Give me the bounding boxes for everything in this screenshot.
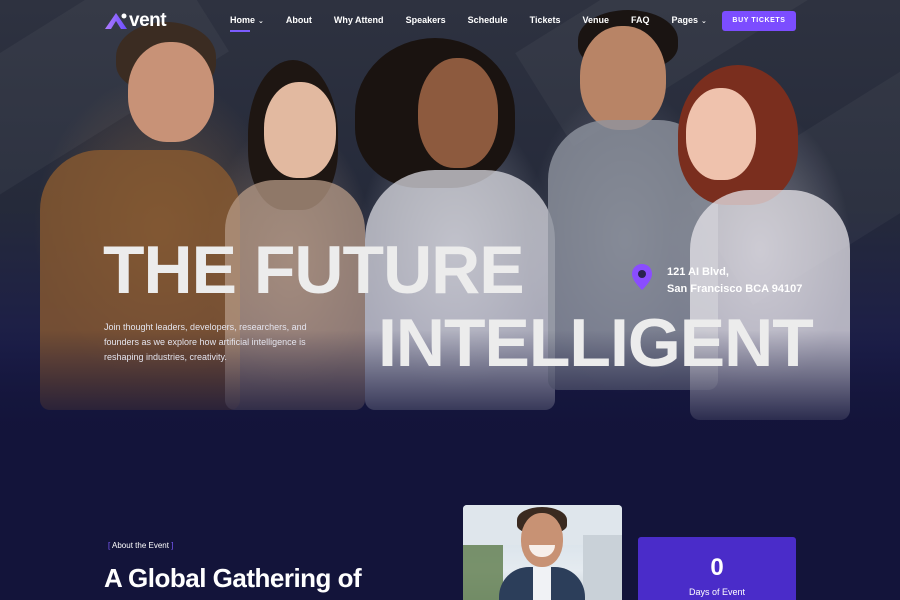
- nav-item-label: Schedule: [467, 15, 508, 25]
- section-tag: [ About the Event ]: [108, 541, 174, 550]
- nav-item-faq[interactable]: FAQ: [631, 15, 650, 25]
- nav-item-label: FAQ: [630, 15, 650, 25]
- chevron-down-icon: ⌄: [258, 18, 264, 25]
- logo-mark-icon: [104, 12, 128, 30]
- speaker-photo: [463, 505, 622, 600]
- map-pin-icon: [631, 263, 653, 291]
- location-line2: San Francisco BCA 94107: [667, 283, 803, 295]
- section-title: A Global Gathering of: [104, 563, 362, 593]
- nav-item-label: About: [285, 15, 312, 25]
- nav-item-label: Tickets: [529, 15, 561, 25]
- nav-item-label: Pages: [671, 15, 699, 25]
- nav-item-tickets[interactable]: Tickets: [530, 15, 561, 25]
- counter-label: Days of Event: [688, 587, 746, 597]
- nav-item-home[interactable]: Home ⌄: [230, 15, 264, 32]
- buy-tickets-button[interactable]: BUY TICKETS: [722, 11, 796, 31]
- nav-item-pages[interactable]: Pages ⌄: [672, 15, 707, 25]
- event-location: 121 AI Blvd, San Francisco BCA 94107: [667, 264, 802, 298]
- counter-value: 0: [710, 554, 724, 581]
- nav-item-schedule[interactable]: Schedule: [468, 15, 508, 25]
- logo[interactable]: vent: [104, 10, 167, 32]
- section-tag-label: About the Event: [112, 541, 169, 550]
- nav-item-speakers[interactable]: Speakers: [406, 15, 446, 25]
- hero-headline-line2: INTELLIGENT: [378, 305, 814, 381]
- nav-item-label: Home: [230, 15, 256, 25]
- nav-item-label: Speakers: [405, 15, 446, 25]
- nav-item-label: Why Attend: [333, 15, 384, 25]
- nav-item-why-attend[interactable]: Why Attend: [334, 15, 384, 25]
- nav-item-about[interactable]: About: [286, 15, 312, 25]
- top-nav: vent Home ⌄ About Why Attend Speakers Sch…: [0, 0, 900, 42]
- hero-background: [0, 0, 900, 460]
- chevron-down-icon: ⌄: [701, 18, 707, 25]
- main-menu: Home ⌄ About Why Attend Speakers Schedule…: [230, 15, 729, 32]
- nav-item-venue[interactable]: Venue: [582, 15, 609, 25]
- days-counter-card: 0 Days of Event: [638, 537, 796, 600]
- hero-headline-line1: THE FUTURE: [103, 232, 525, 308]
- nav-item-label: Venue: [582, 15, 609, 25]
- hero-description: Join thought leaders, developers, resear…: [104, 322, 307, 362]
- logo-text: vent: [129, 10, 167, 31]
- location-line1: 121 AI Blvd,: [667, 266, 729, 278]
